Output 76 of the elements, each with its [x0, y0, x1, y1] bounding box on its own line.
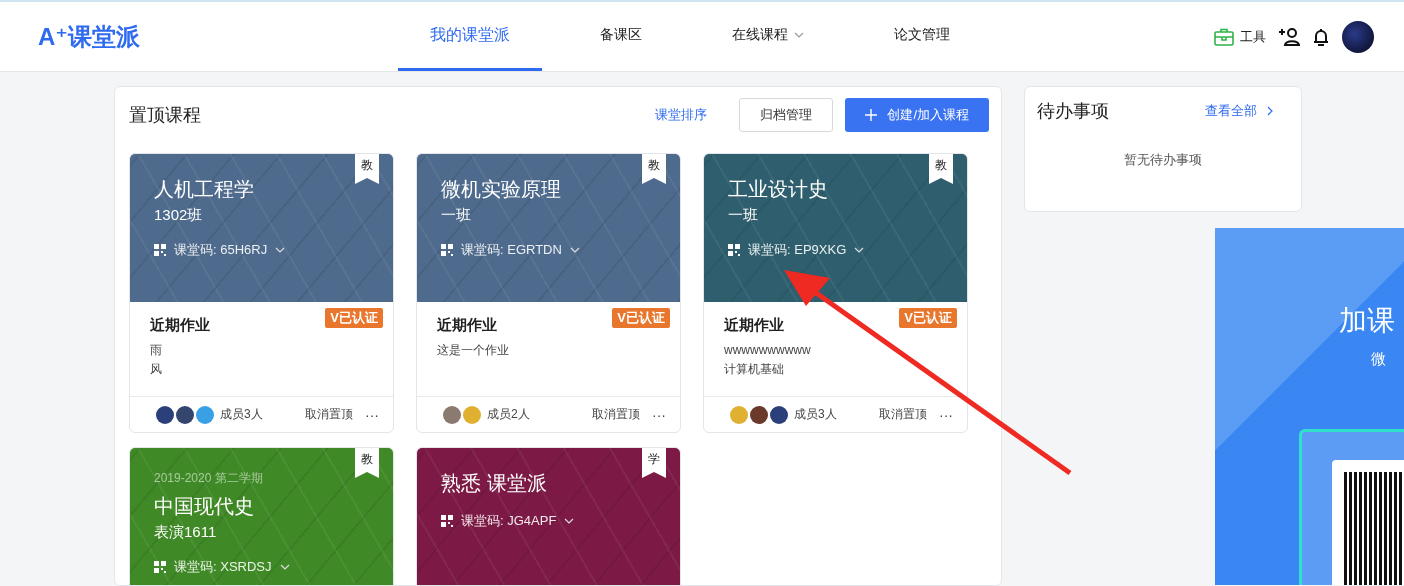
chevron-down-icon [564, 518, 575, 524]
qr-code-icon [441, 515, 453, 527]
app-logo[interactable]: A⁺课堂派 [38, 20, 398, 53]
qr-code-icon [154, 244, 166, 256]
todo-title: 待办事项 [1037, 100, 1109, 123]
add-user-icon[interactable] [1278, 26, 1300, 47]
class-code[interactable]: 课堂码: EP9XKG [728, 241, 943, 259]
class-name: 表演1611 [154, 523, 218, 542]
class-name: 一班 [728, 206, 759, 225]
homework-item[interactable]: 这是一个作业 [437, 341, 660, 360]
member-count[interactable]: 成员2人 [487, 406, 530, 423]
chevron-down-icon [854, 247, 865, 253]
course-cover[interactable]: 学 熟悉 课堂派 课堂码: JG4APF [417, 448, 680, 585]
unpin-link[interactable]: 取消置顶 [592, 406, 640, 423]
course-title: 中国现代史 [154, 494, 255, 519]
role-tag: 学 [642, 448, 666, 478]
homework-heading: 近期作业 [724, 316, 784, 335]
course-title: 熟悉 课堂派 [441, 471, 548, 496]
class-name: 一班 [441, 206, 472, 225]
qr-code-icon [441, 244, 453, 256]
chevron-down-icon [569, 247, 580, 253]
member-count[interactable]: 成员3人 [220, 406, 263, 423]
promo-title: 加课 [1339, 304, 1396, 338]
certified-badge: V已认证 [325, 308, 383, 328]
class-code[interactable]: 课堂码: JG4APF [441, 512, 656, 530]
course-title: 微机实验原理 [441, 177, 562, 202]
course-cover[interactable]: 教 工业设计史 一班 课堂码: EP9XKG [704, 154, 967, 302]
class-name: 1302班 [154, 206, 204, 225]
unpin-link[interactable]: 取消置顶 [305, 406, 353, 423]
bell-icon[interactable] [1312, 26, 1330, 47]
more-button[interactable]: ··· [652, 406, 666, 423]
role-tag: 教 [929, 154, 953, 184]
chevron-down-icon [275, 247, 286, 253]
homework-item[interactable]: 计算机基础 [724, 360, 947, 379]
course-cover[interactable]: 教 微机实验原理 一班 课堂码: EGRTDN [417, 154, 680, 302]
member-count[interactable]: 成员3人 [794, 406, 837, 423]
class-code[interactable]: 课堂码: EGRTDN [441, 241, 656, 259]
sort-link[interactable]: 课堂排序 [655, 106, 708, 124]
more-button[interactable]: ··· [939, 406, 953, 423]
nav-tab[interactable]: 在线课程 [700, 2, 836, 71]
qr-code-icon [154, 561, 166, 573]
class-code[interactable]: 课堂码: XSRDSJ [154, 558, 369, 576]
more-button[interactable]: ··· [365, 406, 379, 423]
homework-heading: 近期作业 [150, 316, 210, 335]
course-cover[interactable]: 教 人机工程学 1302班 课堂码: 65H6RJ [130, 154, 393, 302]
create-course-button[interactable]: 创建/加入课程 [845, 98, 989, 132]
nav-tab[interactable]: 论文管理 [862, 2, 982, 71]
homework-item[interactable]: 雨 [150, 341, 373, 360]
role-tag: 教 [642, 154, 666, 184]
homework-item[interactable]: 风 [150, 360, 373, 379]
course-title: 人机工程学 [154, 177, 255, 202]
section-title: 置顶课程 [129, 104, 201, 127]
tools-button[interactable]: 工具 [1214, 27, 1266, 46]
archive-button[interactable]: 归档管理 [739, 98, 834, 132]
toolbox-icon [1214, 27, 1234, 46]
role-tag: 教 [355, 448, 379, 478]
empty-message: 暂无待办事项 [1123, 151, 1203, 169]
course-term: 2019-2020 第二学期 [154, 470, 264, 487]
chevron-down-icon [279, 564, 290, 570]
homework-item[interactable]: wwwwwwwwww [724, 341, 947, 360]
nav-tab[interactable]: 备课区 [568, 2, 674, 71]
unpin-link[interactable]: 取消置顶 [879, 406, 927, 423]
homework-heading: 近期作业 [437, 316, 497, 335]
chevron-right-icon [1267, 106, 1273, 116]
plus-icon [865, 109, 878, 121]
nav-tab[interactable]: 我的课堂派 [398, 2, 542, 71]
role-tag: 教 [355, 154, 379, 184]
certified-badge: V已认证 [899, 308, 957, 328]
user-avatar[interactable] [1342, 20, 1374, 53]
certified-badge: V已认证 [612, 308, 670, 328]
class-code[interactable]: 课堂码: 65H6RJ [154, 241, 369, 259]
course-title: 工业设计史 [728, 177, 829, 202]
view-all-link[interactable]: 查看全部 [1205, 102, 1273, 120]
course-cover[interactable]: 教 2019-2020 第二学期 中国现代史 表演1611 课堂码: XSRDSJ [130, 448, 393, 585]
qr-code-icon [728, 244, 740, 256]
promo-subtitle: 微 [1371, 350, 1387, 369]
